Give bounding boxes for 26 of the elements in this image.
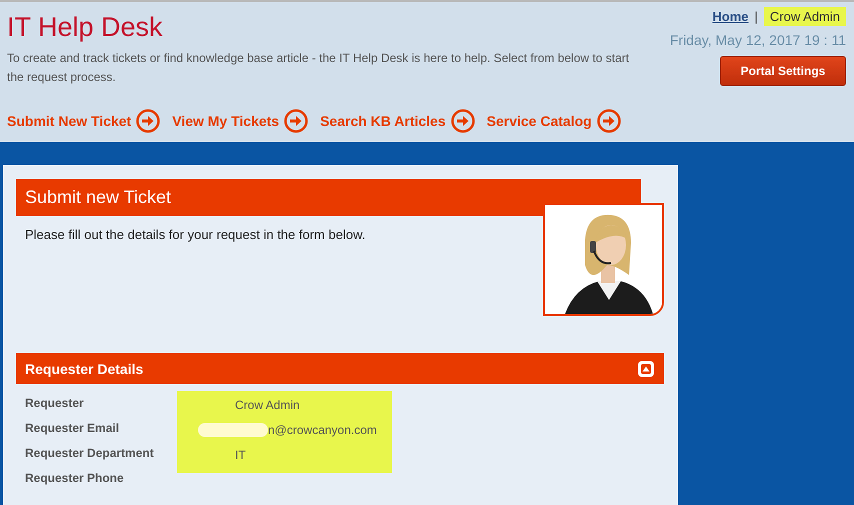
nav-link[interactable]: View My Tickets bbox=[172, 109, 308, 133]
arrow-circle-icon bbox=[596, 109, 621, 133]
field-value: IT bbox=[235, 448, 246, 462]
description-text: To create and track tickets or find knowledge base article - the IT Help Desk is here to help. Select from below to start the request process. bbox=[7, 50, 630, 86]
field-label: Requester bbox=[25, 396, 85, 412]
home-link[interactable]: Home bbox=[712, 9, 749, 24]
collapse-icon[interactable] bbox=[637, 360, 655, 378]
nav-link[interactable]: Search KB Articles bbox=[320, 109, 475, 133]
arrow-circle-icon bbox=[284, 109, 308, 133]
field-value: n@crowcanyon.com bbox=[268, 422, 377, 436]
nav-link[interactable]: Submit New Ticket bbox=[7, 109, 160, 133]
intro-text: Please fill out the details for your request in the form below. bbox=[25, 227, 366, 242]
field-label: Requester Email bbox=[25, 421, 120, 437]
arrow-circle-icon bbox=[136, 109, 160, 133]
date-time: Friday, May 12, 2017 19 : 11 bbox=[670, 32, 846, 48]
section-title: Requester Details bbox=[25, 360, 144, 376]
field-label: Requester Phone bbox=[25, 471, 125, 487]
user-name: Crow Admin bbox=[764, 7, 846, 26]
portal-settings-button[interactable]: Portal Settings bbox=[720, 56, 846, 86]
arrow-circle-icon bbox=[450, 109, 475, 133]
form-title: Submit new Ticket bbox=[16, 179, 641, 216]
separator: | bbox=[754, 9, 758, 24]
page-title: IT Help Desk bbox=[7, 12, 164, 43]
nav-link[interactable]: Service Catalog bbox=[486, 109, 621, 133]
field-value: Crow Admin bbox=[235, 398, 300, 412]
field-label: Requester Department bbox=[25, 446, 155, 462]
